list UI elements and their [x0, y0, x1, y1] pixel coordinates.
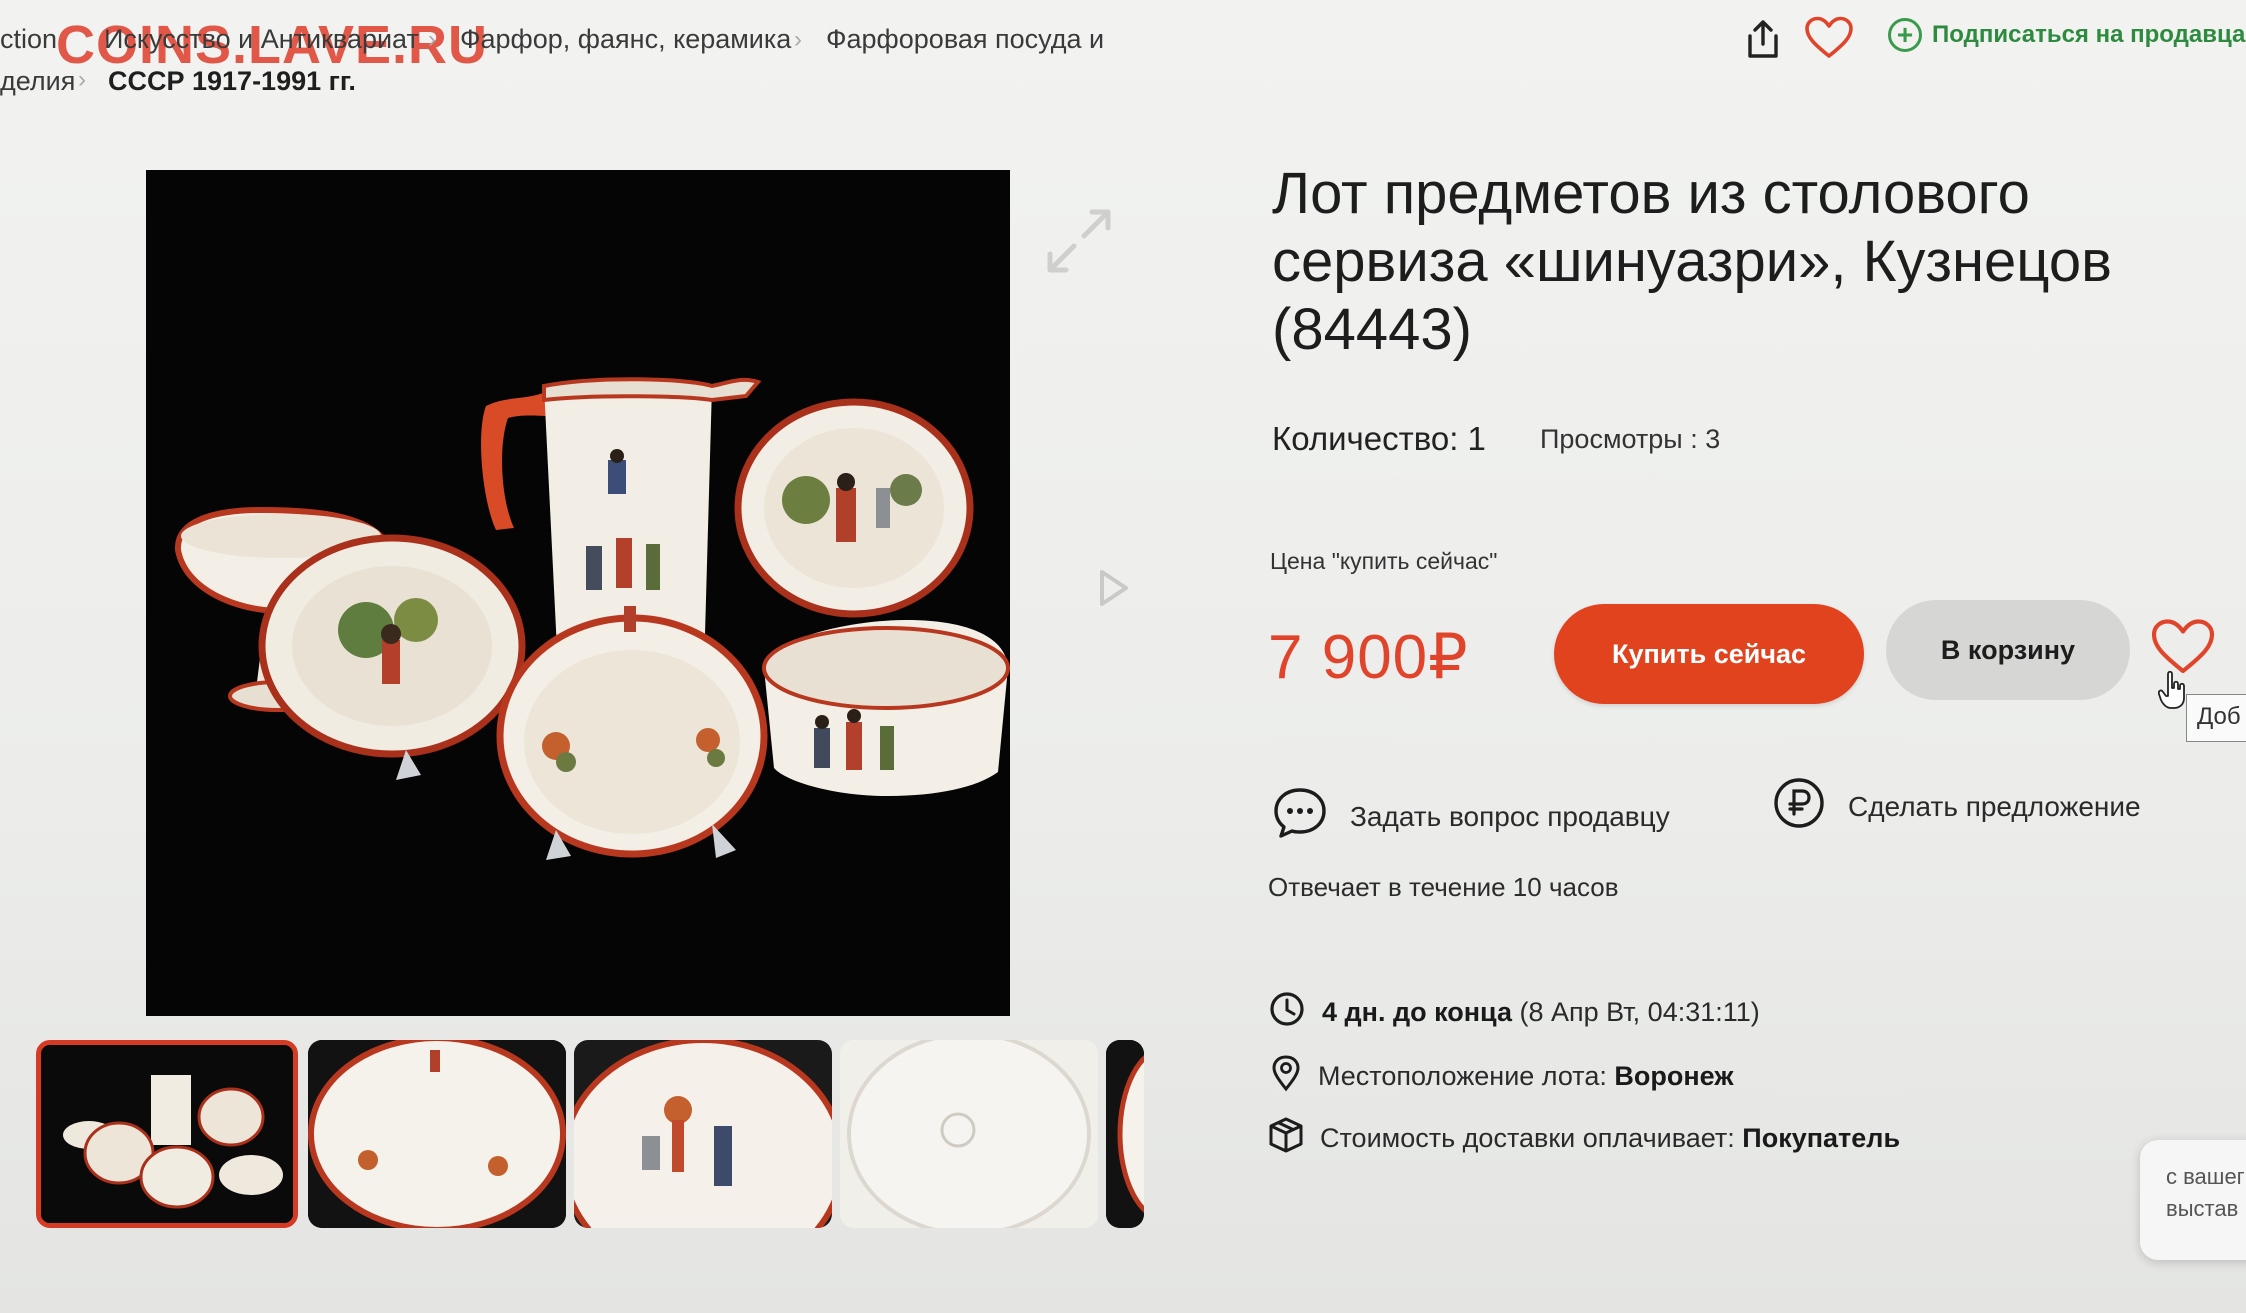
- breadcrumb-item-ussr[interactable]: СССР 1917-1991 гг.: [108, 66, 356, 97]
- location-pin-icon: [1270, 1054, 1302, 1099]
- share-icon[interactable]: [1744, 18, 1782, 65]
- breadcrumb-item-collection[interactable]: ction: [0, 24, 57, 55]
- hand-cursor-icon: [2157, 670, 2188, 715]
- views-text: Просмотры : 3: [1540, 424, 1721, 454]
- location-value: Воронеж: [1614, 1061, 1734, 1091]
- deep-bowl-illustration: [762, 620, 1010, 796]
- plus-circle-icon: +: [1888, 18, 1922, 52]
- breadcrumb-separator: ›: [78, 66, 86, 93]
- shipping-label: Стоимость доставки оплачивает:: [1320, 1123, 1735, 1153]
- time-left-date: (8 Апр Вт, 04:31:11): [1519, 997, 1760, 1027]
- price-value: 7 900₽: [1268, 623, 1469, 692]
- side-chat-widget[interactable]: с вашег выстав: [2140, 1140, 2246, 1260]
- breadcrumb-separator: ›: [428, 26, 436, 53]
- package-box-icon: [1268, 1116, 1304, 1161]
- next-image-arrow-icon[interactable]: [1096, 568, 1130, 613]
- product-title: Лот предметов из столового сервиза «шину…: [1272, 161, 2112, 362]
- side-widget-line2: выстав: [2166, 1196, 2239, 1221]
- make-offer-label: Сделать предложение: [1848, 790, 2141, 822]
- top-right-plate-illustration: [734, 398, 974, 618]
- location-row: Местоположение лота: Воронеж: [1270, 1054, 1733, 1099]
- breadcrumb-item-products[interactable]: делия: [0, 66, 75, 97]
- ask-seller-label: Задать вопрос продавцу: [1350, 800, 1670, 832]
- subscribe-button[interactable]: + Подписаться на продавца: [1888, 18, 2245, 52]
- thumbnail-1[interactable]: [36, 1040, 298, 1228]
- breadcrumb-item-porcelain[interactable]: Фарфор, фаянс, керамика: [460, 24, 791, 55]
- quantity-text: Количество: 1: [1272, 420, 1486, 457]
- buy-now-button[interactable]: Купить сейчас: [1554, 604, 1864, 704]
- main-product-image[interactable]: [146, 170, 1010, 1016]
- time-left-row: 4 дн. до конца (8 Апр Вт, 04:31:11): [1268, 990, 1760, 1035]
- reply-time-text: Отвечает в течение 10 часов: [1268, 872, 1619, 902]
- thumbnail-4[interactable]: [840, 1040, 1098, 1228]
- chat-bubble-icon: [1272, 786, 1328, 847]
- page: COINS.LAVE.RU ction Искусство и Антиквар…: [0, 0, 2246, 1313]
- ask-seller-link[interactable]: Задать вопрос продавцу: [1272, 786, 1670, 847]
- ruble-circle-icon: [1772, 776, 1826, 837]
- breadcrumb-item-art[interactable]: Искусство и Антиквариат: [104, 24, 419, 55]
- thumbnail-3[interactable]: [574, 1040, 832, 1228]
- shipping-value: Покупатель: [1742, 1123, 1901, 1153]
- location-label: Местоположение лота:: [1318, 1061, 1607, 1091]
- thumbnail-5[interactable]: [1106, 1040, 1144, 1228]
- breadcrumb-separator: ›: [794, 26, 802, 53]
- tooltip: Доб: [2186, 694, 2246, 742]
- clock-icon: [1268, 990, 1306, 1035]
- make-offer-link[interactable]: Сделать предложение: [1772, 776, 2141, 837]
- shipping-row: Стоимость доставки оплачивает: Покупател…: [1268, 1116, 1900, 1161]
- thumbnail-2[interactable]: [308, 1040, 566, 1228]
- expand-icon[interactable]: [1044, 206, 1114, 281]
- heart-icon[interactable]: [1804, 16, 1854, 65]
- time-left-bold: 4 дн. до конца: [1322, 997, 1513, 1027]
- subscribe-label: Подписаться на продавца: [1932, 21, 2246, 48]
- add-to-cart-button[interactable]: В корзину: [1886, 600, 2130, 700]
- breadcrumb-item-tableware[interactable]: Фарфоровая посуда и: [826, 24, 1104, 55]
- side-widget-line1: с вашег: [2166, 1164, 2245, 1189]
- price-label: Цена "купить сейчас": [1270, 548, 1498, 574]
